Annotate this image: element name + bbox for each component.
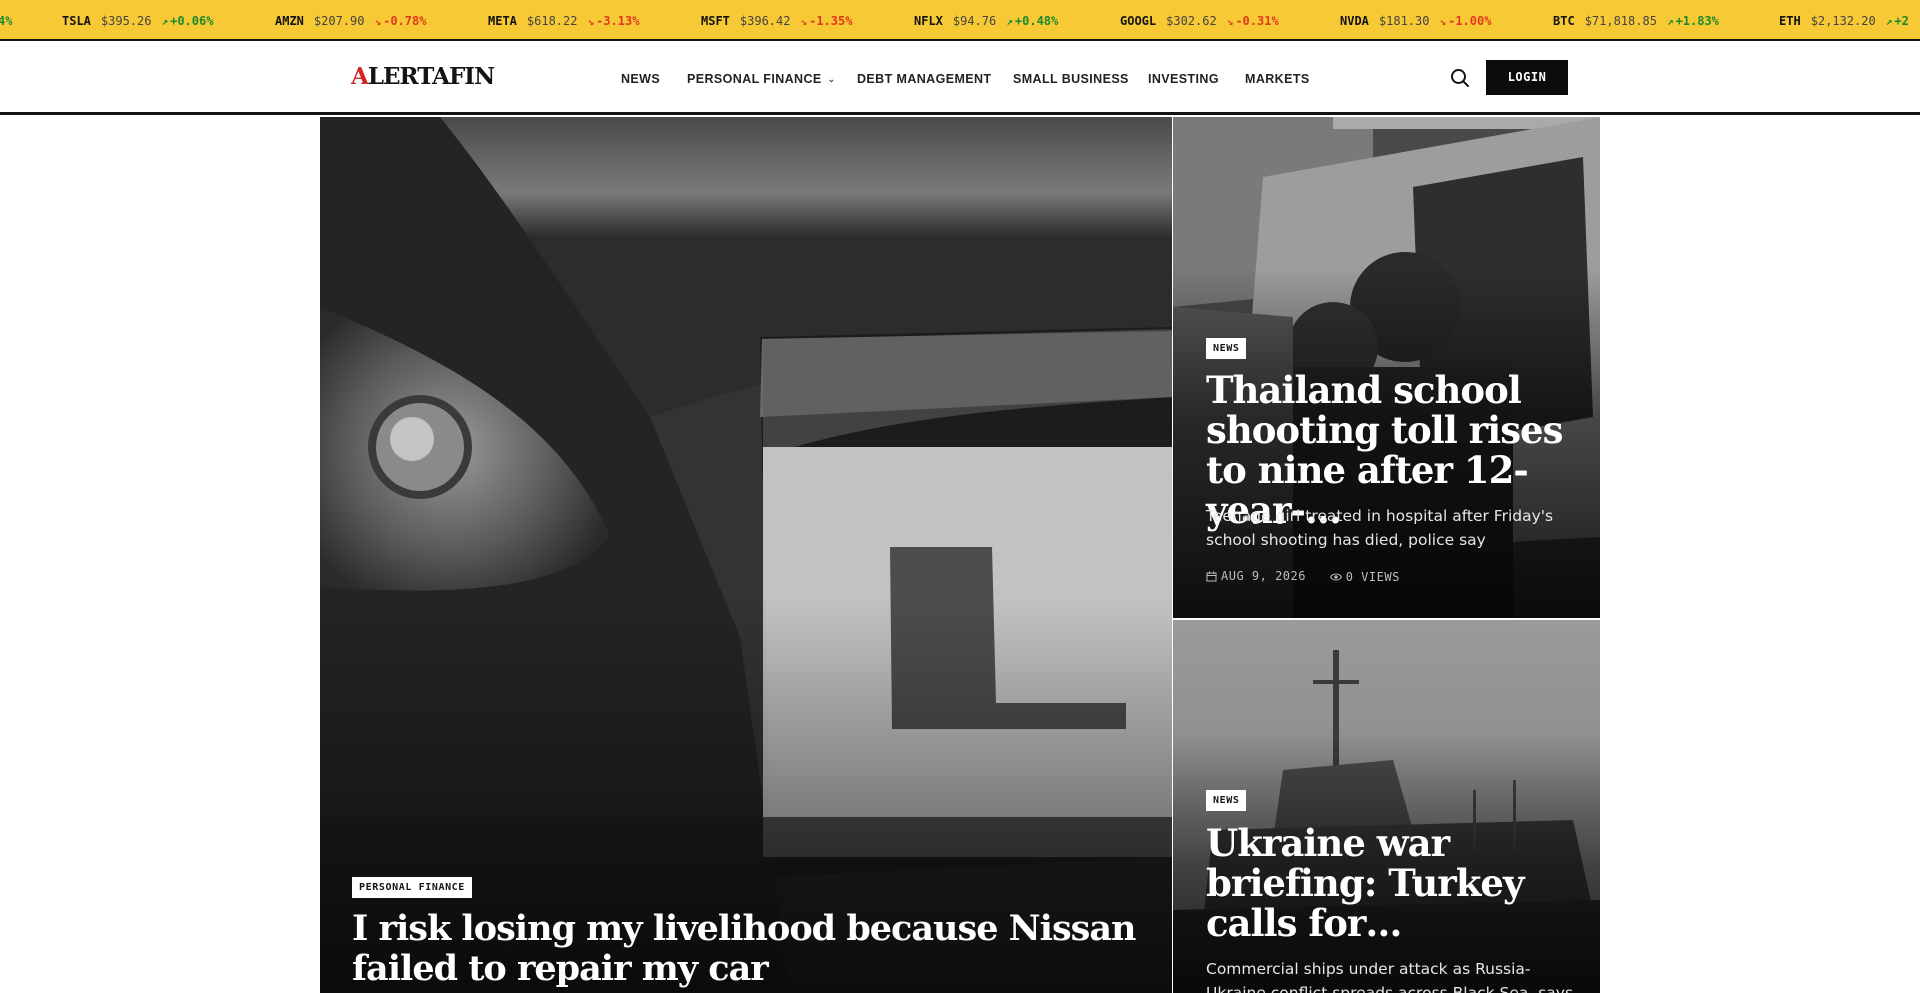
ticker-change: -3.13% xyxy=(596,14,640,28)
ticker-change: 4% xyxy=(0,14,13,28)
ticker-item[interactable]: AMZN $207.90 ↘ -0.78% xyxy=(275,13,426,29)
ticker-change: -1.35% xyxy=(809,14,853,28)
ticker-price: $395.26 xyxy=(100,14,152,28)
ticker-item[interactable]: NVDA $181.30 ↘ -1.00% xyxy=(1340,13,1491,29)
trend-down-icon: ↘ xyxy=(800,15,808,28)
article-views-text: 0 VIEWS xyxy=(1345,569,1400,584)
nav-item-news[interactable]: NEWS xyxy=(621,69,660,89)
ticker-change: -0.31% xyxy=(1235,14,1279,28)
ticker-price: $302.62 xyxy=(1166,14,1217,28)
search-icon xyxy=(1451,69,1469,87)
featured-article-headline[interactable]: I risk losing my livelihood because Niss… xyxy=(352,909,1152,989)
category-badge[interactable]: NEWS xyxy=(1206,338,1247,359)
ticker-item[interactable]: GOOGL $302.62 ↘ -0.31% xyxy=(1120,13,1279,29)
side-article-card[interactable]: NEWS Thailand school shooting toll rises… xyxy=(1173,117,1600,618)
ticker-price: $94.76 xyxy=(952,14,997,28)
ticker-change: +0.06% xyxy=(170,14,214,28)
article-date-text: AUG 9, 2026 xyxy=(1221,569,1306,583)
ticker-item[interactable]: TSLA $395.26 ↗ +0.06% xyxy=(62,13,213,29)
featured-article-card[interactable]: PERSONAL FINANCE I risk losing my liveli… xyxy=(320,117,1172,993)
stock-ticker: 4% TSLA$395.26↗+0.06% AMZN$207.90↘-0.78%… xyxy=(0,0,1920,41)
ticker-symbol: BTC xyxy=(1553,14,1575,28)
trend-up-icon: ↗ xyxy=(1885,15,1893,28)
ticker-price: $207.90 xyxy=(313,14,365,28)
category-badge[interactable]: NEWS xyxy=(1206,790,1247,811)
ticker-item[interactable]: 4% xyxy=(0,13,12,29)
ticker-price: $618.22 xyxy=(526,14,578,28)
nav-item-debt-management[interactable]: DEBT MANAGEMENT xyxy=(857,69,991,89)
article-date: AUG 9, 2026 xyxy=(1206,568,1306,584)
chevron-down-icon: ⌄ xyxy=(827,74,836,84)
ticker-symbol: AMZN xyxy=(275,14,304,28)
ticker-item[interactable]: NFLX $94.76 ↗ +0.48% xyxy=(914,13,1058,29)
trend-up-icon: ↗ xyxy=(1006,15,1013,28)
ticker-symbol: META xyxy=(488,14,517,28)
ticker-item[interactable]: META $618.22 ↘ -3.13% xyxy=(488,13,639,29)
trend-down-icon: ↘ xyxy=(374,15,382,28)
side-article-headline[interactable]: Ukraine war briefing: Turkey calls for… xyxy=(1206,823,1576,943)
ticker-change: -0.78% xyxy=(383,14,427,28)
article-views: 0 VIEWS xyxy=(1329,569,1400,585)
eye-icon xyxy=(1329,573,1342,580)
ticker-change: +1.83% xyxy=(1675,14,1719,28)
ticker-symbol: GOOGL xyxy=(1120,14,1157,28)
logo-accent-letter: A xyxy=(351,63,369,90)
side-article-card[interactable]: NEWS Ukraine war briefing: Turkey calls … xyxy=(1173,620,1600,993)
ticker-symbol: MSFT xyxy=(701,14,730,28)
side-article-summary: Teenage girl treated in hospital after F… xyxy=(1206,507,1554,549)
ticker-price: $71,818.85 xyxy=(1584,14,1657,28)
category-badge[interactable]: PERSONAL FINANCE xyxy=(352,877,472,898)
site-logo[interactable]: ALERTAFIN xyxy=(351,63,495,91)
nav-item-personal-finance[interactable]: PERSONAL FINANCE ⌄ xyxy=(687,69,836,89)
ticker-item[interactable]: MSFT $396.42 ↘ -1.35% xyxy=(701,13,852,29)
trend-up-icon: ↗ xyxy=(161,15,169,28)
ticker-symbol: NVDA xyxy=(1340,14,1369,28)
login-button[interactable]: LOGIN xyxy=(1486,60,1568,95)
ticker-change: -1.00% xyxy=(1448,14,1492,28)
ticker-price: $396.42 xyxy=(739,14,791,28)
trend-down-icon: ↘ xyxy=(1226,15,1234,28)
nav-item-investing[interactable]: INVESTING xyxy=(1148,69,1219,89)
ticker-price: $2,132.20 xyxy=(1810,14,1876,28)
ticker-price: $181.30 xyxy=(1378,14,1430,28)
ticker-symbol: ETH xyxy=(1779,14,1801,28)
side-article-summary: Commercial ships under attack as Russia-… xyxy=(1206,960,1574,993)
logo-text: LERTAFIN xyxy=(367,63,495,90)
article-meta: AUG 9, 2026 0 VIEWS xyxy=(1206,568,1416,584)
ticker-change: +2 xyxy=(1894,14,1909,28)
ticker-change: +0.48% xyxy=(1014,14,1059,28)
site-header: ALERTAFIN NEWS PERSONAL FINANCE ⌄ DEBT MA… xyxy=(0,41,1920,115)
ticker-symbol: NFLX xyxy=(914,14,943,28)
nav-item-small-business[interactable]: SMALL BUSINESS xyxy=(1013,69,1129,89)
trend-up-icon: ↗ xyxy=(1666,15,1674,28)
nav-item-markets[interactable]: MARKETS xyxy=(1245,69,1310,89)
ticker-item[interactable]: ETH $2,132.20 ↗ +2 xyxy=(1779,13,1909,29)
ticker-symbol: TSLA xyxy=(62,14,91,28)
trend-down-icon: ↘ xyxy=(587,15,595,28)
search-button[interactable] xyxy=(1448,66,1472,90)
ticker-item[interactable]: BTC $71,818.85 ↗ +1.83% xyxy=(1553,13,1719,29)
trend-down-icon: ↘ xyxy=(1439,15,1447,28)
featured-article-image xyxy=(320,117,1172,993)
calendar-icon xyxy=(1206,571,1217,581)
nav-item-label: PERSONAL FINANCE xyxy=(687,72,822,86)
